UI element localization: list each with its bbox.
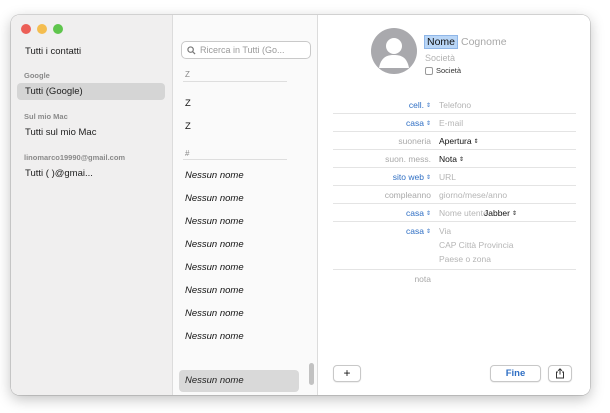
birthday-input[interactable]: giorno/mese/anno [439, 190, 507, 200]
im-service-popup[interactable]: Jabber ⇕ [484, 208, 517, 218]
done-button[interactable]: Fine [490, 365, 541, 382]
checkbox-box[interactable] [425, 66, 433, 75]
search-field[interactable] [181, 41, 311, 59]
updown-arrow-icon: ⇕ [512, 211, 518, 217]
last-name-field[interactable]: Cognome [461, 36, 507, 48]
list-item[interactable]: Nessun nome [185, 308, 244, 319]
add-field-button[interactable]: + [333, 365, 361, 382]
person-silhouette-icon [379, 38, 409, 68]
username-input[interactable]: Nome utente [439, 208, 488, 218]
list-item[interactable]: Nessun nome [185, 285, 244, 296]
sidebar-item-all-on-mac[interactable]: Tutti sul mio Mac [17, 124, 165, 141]
updown-arrow-icon: ⇕ [425, 103, 431, 109]
share-icon [556, 368, 564, 379]
list-item[interactable]: Nessun nome [185, 170, 244, 181]
list-item[interactable]: Z [185, 98, 191, 109]
url-input[interactable]: URL [439, 172, 456, 182]
updown-arrow-icon: ⇕ [425, 229, 431, 235]
company-field[interactable]: Società [425, 53, 455, 63]
section-header-hash: # [185, 149, 190, 158]
field-row-website: sito web ⇕ URL [333, 168, 576, 186]
city-line-input[interactable]: CAP Città Provincia [439, 240, 513, 250]
field-row-phone: cell. ⇕ Telefono [333, 96, 576, 114]
search-input[interactable] [200, 45, 310, 55]
field-row-birthday: compleanno giorno/mese/anno [333, 186, 576, 204]
field-row-ringtone: suoneria Apertura ⇕ [333, 132, 576, 150]
birthday-label: compleanno [384, 190, 431, 200]
ringtone-popup[interactable]: Apertura ⇕ [439, 136, 479, 146]
message-tone-popup[interactable]: Nota ⇕ [439, 154, 464, 164]
share-button[interactable] [548, 365, 572, 382]
sidebar-header-google: Google [24, 71, 50, 80]
section-divider [183, 159, 287, 160]
updown-arrow-icon: ⇕ [425, 175, 431, 181]
company-checkbox-label: Società [436, 66, 462, 75]
note-label: nota [414, 274, 431, 284]
minimize-button[interactable] [37, 24, 47, 34]
list-item[interactable]: Z [185, 121, 191, 132]
sidebar-item-all-gmail[interactable]: Tutti ( )@gmai... [17, 165, 165, 182]
updown-arrow-icon: ⇕ [425, 211, 431, 217]
list-item[interactable]: Nessun nome [185, 239, 244, 250]
first-name-field[interactable]: Nome [424, 35, 459, 49]
sidebar-header-on-my-mac: Sul mio Mac [24, 112, 68, 121]
close-button[interactable] [21, 24, 31, 34]
field-row-message-tone: suon. mess. Nota ⇕ [333, 150, 576, 168]
list-item[interactable]: Nessun nome [185, 193, 244, 204]
field-row-email: casa ⇕ E-mail [333, 114, 576, 132]
sidebar-item-all-contacts[interactable]: Tutti i contatti [17, 43, 165, 60]
company-checkbox[interactable]: Società [425, 66, 461, 75]
message-tone-label: suon. mess. [385, 154, 431, 164]
email-label-popup[interactable]: casa ⇕ [406, 118, 431, 128]
field-row-note: nota [333, 270, 576, 288]
list-item-selected[interactable]: Nessun nome [179, 370, 299, 392]
im-label-popup[interactable]: casa ⇕ [406, 208, 431, 218]
contact-card: Nome Cognome Società Società cell. ⇕ Tele… [318, 15, 590, 395]
country-input[interactable]: Paese o zona [439, 254, 491, 264]
avatar[interactable] [371, 28, 417, 74]
sidebar-item-all-google[interactable]: Tutti (Google) [17, 83, 165, 100]
list-scrollbar[interactable] [309, 363, 314, 385]
section-header-z: Z [185, 70, 190, 79]
email-input[interactable]: E-mail [439, 118, 463, 128]
search-icon [187, 45, 196, 55]
sidebar: Tutti i contatti Google Tutti (Google) S… [11, 15, 173, 395]
section-divider [183, 81, 287, 82]
contact-list: Z Z Z # Nessun nome Nessun nome Nessun n… [173, 15, 318, 395]
list-item[interactable]: Nessun nome [185, 262, 244, 273]
sidebar-header-gmail-account: linomarco19990@gmail.com [24, 153, 126, 162]
window-controls [21, 24, 63, 34]
list-item[interactable]: Nessun nome [185, 331, 244, 342]
street-input[interactable]: Via [439, 226, 451, 236]
phone-label-popup[interactable]: cell. ⇕ [409, 100, 431, 110]
contacts-window: Tutti i contatti Google Tutti (Google) S… [11, 15, 590, 395]
phone-input[interactable]: Telefono [439, 100, 471, 110]
updown-arrow-icon: ⇕ [473, 139, 479, 145]
website-label-popup[interactable]: sito web ⇕ [393, 172, 431, 182]
updown-arrow-icon: ⇕ [458, 157, 464, 163]
list-item[interactable]: Nessun nome [185, 216, 244, 227]
zoom-button[interactable] [53, 24, 63, 34]
ringtone-label: suoneria [398, 136, 431, 146]
field-row-im: casa ⇕ Nome utente Jabber ⇕ [333, 204, 576, 222]
address-label-popup[interactable]: casa ⇕ [406, 226, 431, 236]
updown-arrow-icon: ⇕ [425, 121, 431, 127]
